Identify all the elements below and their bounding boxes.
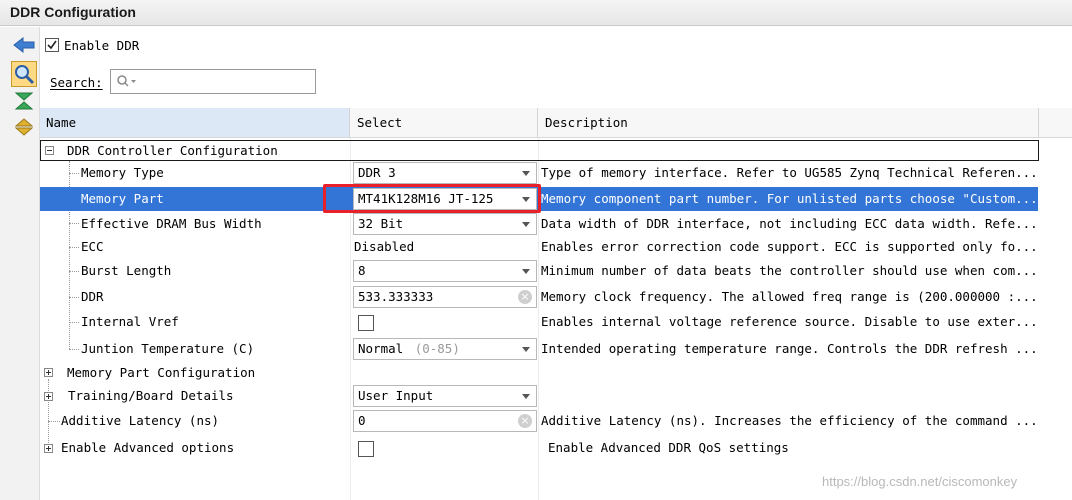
additive-latency-input[interactable]: 0 × — [353, 410, 537, 432]
temperature-range-hint: (0-85) — [414, 341, 460, 356]
row-name: Memory Part Configuration — [67, 365, 256, 380]
row-name: Additive Latency (ns) — [61, 413, 220, 428]
ddr-frequency-input[interactable]: 533.333333 × — [353, 286, 537, 308]
search-label: Search: — [50, 75, 103, 90]
table-row-ddr[interactable]: DDR Memory clock frequency. The allowed … — [40, 285, 1038, 309]
junction-temperature-dropdown[interactable]: Normal (0-85) — [353, 338, 537, 360]
table-row-memory-type[interactable]: Memory Type Type of memory interface. Re… — [40, 161, 1038, 185]
clear-icon[interactable]: × — [518, 414, 532, 428]
magnifier-icon — [15, 65, 35, 85]
row-name: DDR — [81, 289, 104, 304]
collapse-all-icon[interactable] — [14, 92, 34, 113]
row-description: Type of memory interface. Refer to UG585… — [541, 165, 1038, 180]
enable-ddr-label: Enable DDR — [64, 38, 140, 53]
expand-toggle-icon[interactable] — [44, 368, 53, 377]
row-name: Juntion Temperature (C) — [81, 341, 255, 356]
column-header-name[interactable]: Name — [40, 108, 350, 137]
expand-all-icon[interactable] — [14, 118, 34, 139]
burst-length-dropdown[interactable]: 8 — [353, 260, 537, 282]
row-description: Minimum number of data beats the control… — [541, 263, 1038, 278]
table-row-junction-temperature[interactable]: Juntion Temperature (C) Intended operati… — [40, 337, 1038, 361]
row-name: ECC — [81, 239, 104, 254]
back-arrow-icon[interactable] — [13, 36, 35, 56]
search-icon — [117, 75, 136, 87]
group-label: DDR Controller Configuration — [67, 143, 278, 158]
row-description: Enable Advanced DDR QoS settings — [548, 440, 789, 455]
red-highlight-annotation — [323, 184, 541, 213]
search-tool-button[interactable] — [11, 61, 37, 87]
row-name: Internal Vref — [81, 314, 179, 329]
row-name: Memory Type — [81, 165, 164, 180]
row-description: Memory component part number. For unlist… — [541, 191, 1038, 206]
chevron-down-icon — [522, 394, 530, 399]
row-description: Memory clock frequency. The allowed freq… — [541, 289, 1038, 304]
enable-advanced-checkbox[interactable] — [358, 441, 374, 457]
row-description: Intended operating temperature range. Co… — [541, 341, 1038, 356]
table-row-training-board-details[interactable]: Training/Board Details — [40, 384, 1038, 408]
column-header-description[interactable]: Description — [539, 108, 1039, 137]
internal-vref-checkbox[interactable] — [358, 315, 374, 331]
table-row-burst-length[interactable]: Burst Length Minimum number of data beat… — [40, 259, 1038, 283]
chevron-down-icon — [522, 171, 530, 176]
enable-ddr-checkbox[interactable] — [45, 38, 59, 52]
expand-toggle-icon[interactable] — [44, 392, 53, 401]
row-name: Enable Advanced options — [61, 440, 235, 455]
row-name: Effective DRAM Bus Width — [81, 216, 262, 231]
row-description: Enables internal voltage reference sourc… — [541, 314, 1038, 329]
title-bar: DDR Configuration — [0, 0, 1072, 26]
clear-icon[interactable]: × — [518, 290, 532, 304]
collapse-toggle-icon[interactable] — [45, 146, 54, 155]
column-header-select[interactable]: Select — [351, 108, 538, 137]
window-title: DDR Configuration — [10, 4, 136, 20]
bus-width-dropdown[interactable]: 32 Bit — [353, 213, 537, 235]
row-name: Training/Board Details — [68, 388, 234, 403]
expand-toggle-icon[interactable] — [44, 444, 53, 453]
table-row-bus-width[interactable]: Effective DRAM Bus Width Data width of D… — [40, 212, 1038, 236]
chevron-down-icon — [522, 222, 530, 227]
table-row-enable-advanced-options[interactable]: Enable Advanced options Enable Advanced … — [40, 436, 1038, 460]
memory-type-dropdown[interactable]: DDR 3 — [353, 162, 537, 184]
ecc-value: Disabled — [354, 239, 415, 254]
row-description: Enables error correction code support. E… — [541, 239, 1038, 254]
chevron-down-icon — [522, 269, 530, 274]
row-description: Data width of DDR interface, not includi… — [541, 216, 1038, 231]
table-row-ecc[interactable]: ECC Disabled Enables error correction co… — [40, 235, 1038, 259]
watermark-text: https://blog.csdn.net/ciscomonkey — [822, 474, 1018, 489]
row-name: Memory Part — [81, 191, 164, 206]
table-row-memory-part-configuration[interactable]: Memory Part Configuration — [40, 361, 1038, 385]
search-input[interactable] — [110, 69, 316, 94]
row-description: Additive Latency (ns). Increases the eff… — [541, 413, 1038, 428]
chevron-down-icon — [522, 347, 530, 352]
row-name: Burst Length — [81, 263, 172, 278]
training-board-dropdown[interactable]: User Input — [353, 385, 537, 407]
table-row-additive-latency[interactable]: Additive Latency (ns) Additive Latency (… — [40, 409, 1038, 433]
table-row-internal-vref[interactable]: Internal Vref Enables internal voltage r… — [40, 310, 1038, 334]
table-header: Name Select Description — [40, 108, 1072, 138]
